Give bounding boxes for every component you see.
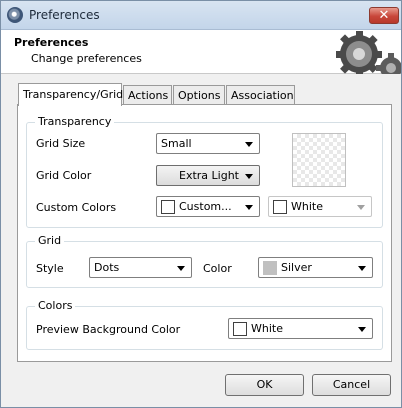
color-swatch	[233, 322, 247, 336]
chevron-down-icon	[245, 205, 253, 210]
tab-options[interactable]: Options	[173, 85, 225, 105]
header-title: Preferences	[14, 36, 89, 49]
transparency-legend: Transparency	[35, 115, 115, 128]
custom-color-select-2[interactable]: White	[268, 196, 372, 217]
preview-bg-label: Preview Background Color	[36, 323, 181, 336]
tab-transparency-grid[interactable]: Transparency/Grid	[18, 83, 123, 106]
preview-bg-value: White	[251, 322, 283, 335]
color-swatch	[161, 200, 175, 214]
grid-color-line-value: Silver	[281, 261, 312, 274]
window-title: Preferences	[29, 8, 100, 22]
grid-color-value: Extra Light	[179, 169, 239, 182]
tab-actions[interactable]: Actions	[123, 85, 172, 105]
grid-color-select[interactable]: Extra Light	[156, 165, 260, 186]
style-label: Style	[36, 262, 64, 275]
grid-color-label: Grid Color	[36, 169, 92, 182]
preferences-window: Preferences ✕ Preferences Change prefere…	[0, 0, 402, 408]
header-subtitle: Change preferences	[31, 52, 142, 65]
title-bar: Preferences ✕	[1, 1, 401, 30]
grid-group: Grid Style Dots Color Silver	[26, 234, 383, 288]
grid-style-select[interactable]: Dots	[89, 257, 192, 278]
grid-color-label: Color	[203, 262, 232, 275]
ok-button[interactable]: OK	[225, 374, 304, 396]
preview-bg-select[interactable]: White	[228, 318, 373, 339]
gears-icon	[311, 30, 401, 74]
colors-legend: Colors	[35, 299, 76, 312]
color-swatch	[273, 200, 287, 214]
grid-legend: Grid	[35, 234, 65, 247]
chevron-down-icon	[245, 142, 253, 147]
app-icon	[7, 7, 23, 23]
cancel-button[interactable]: Cancel	[312, 374, 391, 396]
dialog-header: Preferences Change preferences	[1, 30, 401, 74]
transparency-group: Transparency Grid Size Small Grid Color …	[26, 115, 383, 228]
custom-color-1-value: Custom...	[179, 200, 232, 213]
close-button[interactable]: ✕	[369, 7, 399, 24]
custom-color-2-value: White	[291, 200, 323, 213]
custom-color-select-1[interactable]: Custom...	[156, 196, 260, 217]
chevron-down-icon	[358, 327, 366, 332]
tab-panel-transparency-grid: Transparency Grid Size Small Grid Color …	[17, 104, 392, 362]
colors-group: Colors Preview Background Color White	[26, 299, 383, 350]
grid-size-value: Small	[161, 137, 192, 150]
grid-style-value: Dots	[94, 261, 120, 274]
color-swatch	[263, 261, 277, 275]
chevron-down-icon	[357, 205, 365, 210]
chevron-down-icon	[358, 266, 366, 271]
chevron-down-icon	[245, 174, 253, 179]
tab-association[interactable]: Association	[226, 85, 295, 105]
grid-size-select[interactable]: Small	[156, 133, 260, 154]
transparency-preview	[292, 133, 346, 187]
grid-color-line-select[interactable]: Silver	[258, 257, 373, 278]
grid-size-label: Grid Size	[36, 137, 86, 150]
custom-colors-label: Custom Colors	[36, 201, 117, 214]
chevron-down-icon	[177, 266, 185, 271]
